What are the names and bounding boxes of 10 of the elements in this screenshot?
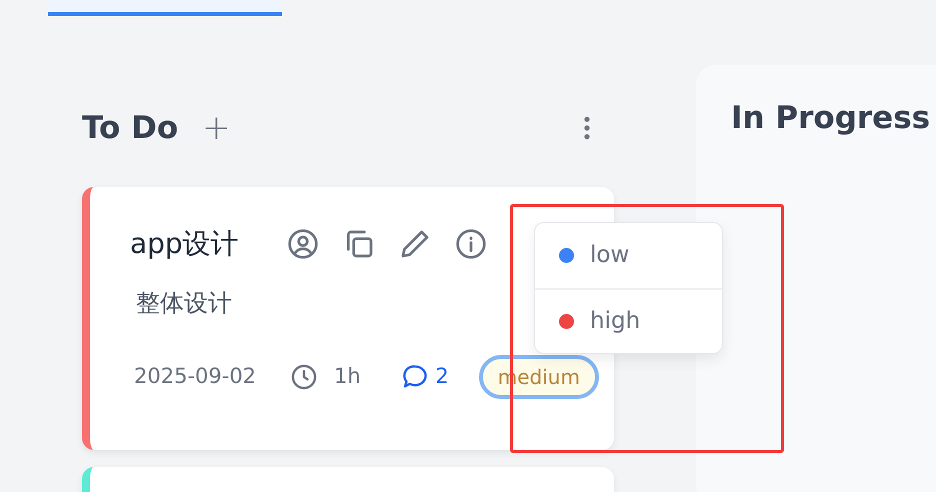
column-title: In Progress xyxy=(731,100,930,136)
card-description: 整体设计 xyxy=(136,288,233,319)
duration: 1h xyxy=(334,363,361,390)
card-title: app设计 xyxy=(130,226,239,262)
due-date: 2025-09-02 xyxy=(134,363,256,390)
menu-item[interactable]: low xyxy=(535,223,722,288)
menu-item[interactable]: high xyxy=(535,288,722,353)
column-title: To Do xyxy=(82,112,178,144)
add-card-button[interactable]: + xyxy=(202,111,231,145)
comment-count[interactable]: 2 xyxy=(400,361,449,393)
